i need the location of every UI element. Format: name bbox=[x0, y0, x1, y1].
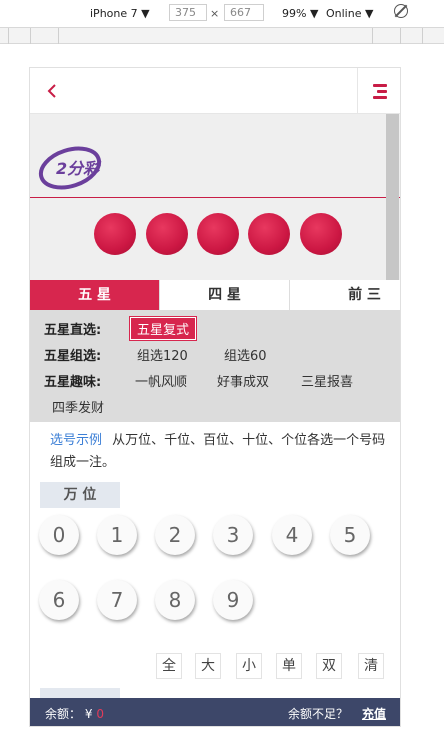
quick-clear-button[interactable]: 清 bbox=[358, 653, 384, 679]
lottery-ball bbox=[248, 213, 290, 255]
option-four-seasons[interactable]: 四季发财 bbox=[52, 397, 104, 416]
scrollbar[interactable] bbox=[386, 114, 399, 284]
device-select[interactable]: iPhone 7 ▼ bbox=[90, 7, 150, 20]
position-label: 万 位 bbox=[40, 482, 120, 508]
hamburger-icon-line bbox=[373, 96, 387, 99]
quick-all-button[interactable]: 全 bbox=[156, 653, 182, 679]
footer-bar: 余额： ¥ 0 余额不足？ 充值 bbox=[30, 698, 400, 726]
digit-button[interactable]: 5 bbox=[330, 515, 370, 555]
option-good-things-pair[interactable]: 好事成双 bbox=[217, 371, 269, 390]
hamburger-icon-line bbox=[377, 90, 387, 93]
back-button[interactable] bbox=[42, 80, 64, 102]
digit-button[interactable]: 1 bbox=[97, 515, 137, 555]
quick-odd-button[interactable]: 单 bbox=[276, 653, 302, 679]
lottery-ball bbox=[300, 213, 342, 255]
balance: 余额： ¥ 0 bbox=[45, 705, 104, 722]
balance-amount: 0 bbox=[96, 707, 104, 721]
lottery-ball bbox=[197, 213, 239, 255]
option-group-120[interactable]: 组选120 bbox=[137, 345, 188, 364]
svg-text:2分彩: 2分彩 bbox=[56, 159, 102, 178]
star-tabs: 五 星 四 星 前 三 bbox=[30, 280, 400, 310]
digit-button[interactable]: 2 bbox=[155, 515, 195, 555]
digit-button[interactable]: 8 bbox=[155, 580, 195, 620]
devtools-toolbar: iPhone 7 ▼ 375 × 667 99% ▼ Online ▼ bbox=[0, 0, 444, 28]
tab-front-three[interactable]: 前 三 bbox=[290, 280, 400, 310]
digit-button[interactable]: 9 bbox=[213, 580, 253, 620]
tab-five-star[interactable]: 五 星 bbox=[30, 280, 160, 310]
option-smooth-sailing[interactable]: 一帆风顺 bbox=[135, 371, 187, 390]
balance-label: 余额： bbox=[45, 707, 82, 721]
chevron-left-icon bbox=[47, 84, 56, 98]
currency: ¥ bbox=[84, 707, 93, 721]
recharge-link[interactable]: 充值 bbox=[362, 705, 386, 722]
digit-button[interactable]: 0 bbox=[39, 515, 79, 555]
network-select[interactable]: Online ▼ bbox=[326, 7, 373, 20]
height-input[interactable]: 667 bbox=[224, 4, 264, 21]
digit-button[interactable]: 4 bbox=[272, 515, 312, 555]
logo: 2分彩 bbox=[38, 146, 102, 190]
play-mode-panel: 五星直选: 五星复式 五星组选: 组选120 组选60 五星趣味: 一帆风顺 好… bbox=[30, 310, 400, 422]
insufficient-tip: 余额不足？ bbox=[287, 707, 348, 721]
lottery-ball bbox=[146, 213, 188, 255]
digit-button[interactable]: 7 bbox=[97, 580, 137, 620]
lottery-ball bbox=[94, 213, 136, 255]
width-input[interactable]: 375 bbox=[169, 4, 207, 21]
tab-four-star[interactable]: 四 星 bbox=[160, 280, 290, 310]
top-bar bbox=[30, 68, 400, 114]
selection-hint: 选号示例 从万位、千位、百位、十位、个位各选一个号码组成一注。 bbox=[50, 430, 390, 474]
digit-button[interactable]: 6 bbox=[39, 580, 79, 620]
quick-even-button[interactable]: 双 bbox=[316, 653, 342, 679]
fun-label: 五星趣味: bbox=[44, 375, 102, 390]
game-banner: 2分彩 bbox=[30, 114, 400, 198]
quick-big-button[interactable]: 大 bbox=[195, 653, 221, 679]
hamburger-icon bbox=[373, 84, 387, 87]
quick-small-button[interactable]: 小 bbox=[236, 653, 262, 679]
zoom-select[interactable]: 99% ▼ bbox=[282, 7, 318, 20]
example-link[interactable]: 选号示例 bbox=[50, 433, 102, 448]
times-sign: × bbox=[210, 7, 220, 20]
digit-button[interactable]: 3 bbox=[213, 515, 253, 555]
group-label: 五星组选: bbox=[44, 349, 102, 364]
menu-button[interactable] bbox=[357, 68, 400, 114]
rotate-icon[interactable] bbox=[394, 4, 408, 18]
option-five-star-compound[interactable]: 五星复式 bbox=[128, 316, 198, 341]
phone-viewport: 2分彩 五 星 四 星 前 三 五星直选: 五星复式 五星组选: 组选120 组… bbox=[29, 67, 401, 727]
result-balls bbox=[30, 198, 400, 280]
option-group-60[interactable]: 组选60 bbox=[224, 345, 267, 364]
media-query-ruler bbox=[0, 28, 444, 44]
option-three-star-joy[interactable]: 三星报喜 bbox=[301, 371, 353, 390]
direct-label: 五星直选: bbox=[44, 323, 102, 338]
